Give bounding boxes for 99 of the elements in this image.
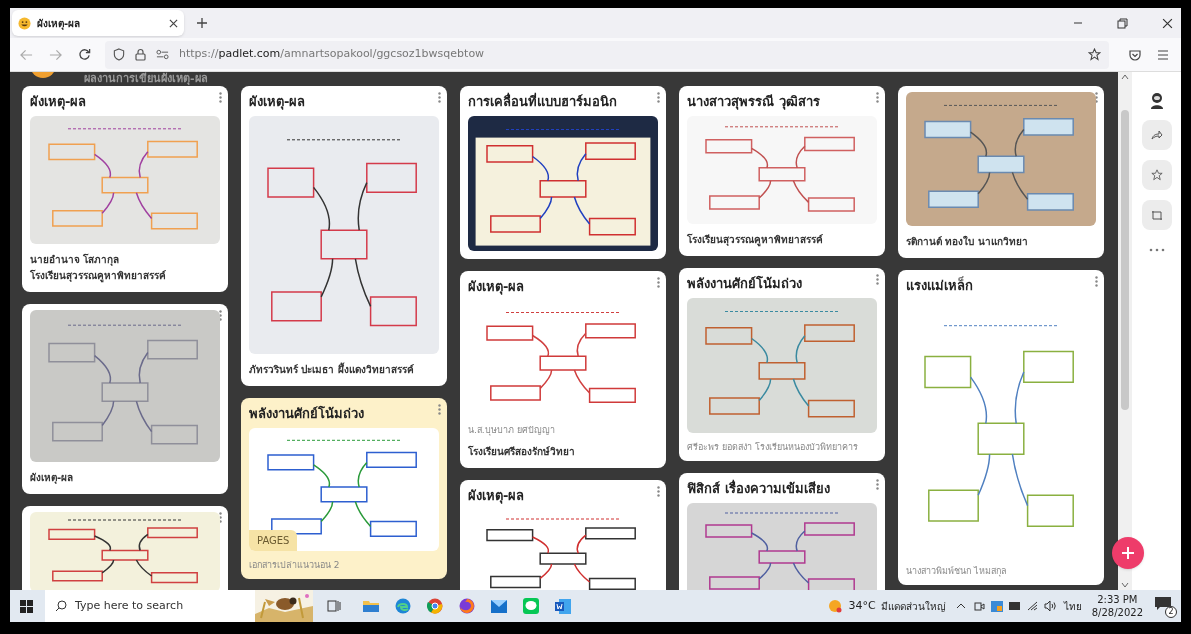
- search-placeholder: Type here to search: [75, 597, 184, 614]
- wifi-icon[interactable]: [1026, 601, 1038, 611]
- frame-icon: [1150, 209, 1163, 221]
- post-title: การเคลื่อนที่แบบฮาร์มอนิก: [468, 92, 618, 111]
- chevron-up-icon[interactable]: [955, 603, 966, 609]
- plus-icon: [1121, 546, 1135, 560]
- restore-icon[interactable]: [1117, 17, 1128, 29]
- post-card[interactable]: ผังเหตุ-ผล ภัทรวรินทร์ ปะเมธา ผึ้งแดงวิทยาสรรค์: [241, 86, 447, 386]
- close-icon[interactable]: [1162, 17, 1173, 29]
- browser-icon[interactable]: [427, 598, 443, 614]
- task-view-icon[interactable]: [327, 600, 341, 612]
- post-caption: โรงเรียนสุวรรณคูหาพิทยาสรรค์: [687, 233, 824, 248]
- star-icon: [1150, 169, 1163, 181]
- post-title: ผังเหตุ-ผล: [30, 93, 88, 112]
- reload-icon[interactable]: [78, 48, 91, 61]
- meet-icon[interactable]: [973, 600, 985, 612]
- post-card[interactable]: ผังเหตุ-ผล: [460, 480, 666, 590]
- post-title: ผังเหตุ-ผล: [468, 278, 526, 297]
- mail-icon[interactable]: [491, 599, 507, 613]
- language-indicator[interactable]: ไทย: [1063, 598, 1082, 614]
- post-caption: นายอำนาจ โสภากุล โรงเรียนสุวรรณคูหาพิทยาสรรค์: [30, 253, 167, 284]
- pages-badge: PAGES: [249, 530, 298, 551]
- post-title: พลังงานศักย์โน้มถ่วง: [249, 405, 365, 423]
- app-tray-icon[interactable]: [990, 600, 1003, 612]
- post-caption: รติกานต์ ทองใบ นาแกวิทยา: [906, 234, 1029, 249]
- more-icon[interactable]: [657, 277, 660, 288]
- pocket-icon[interactable]: [1129, 48, 1141, 61]
- more-icon[interactable]: [657, 92, 660, 103]
- windows-icon[interactable]: [20, 599, 33, 613]
- new-tab-icon[interactable]: [196, 17, 208, 29]
- browser-icon[interactable]: [395, 598, 411, 614]
- post-note: ศรีอะพร ยอดสง่า โรงเรียนหนองบัวพิทยาคาร: [687, 441, 859, 453]
- post-card[interactable]: พลังงานศักย์โน้มถ่วง ศรีอะพร ยอดสง่า โรงเรียนหนองบัวพิทยาคาร: [679, 268, 885, 461]
- more-icon[interactable]: [876, 274, 879, 285]
- post-card[interactable]: ฟิสิกส์ เรื่องความเข้มเสียง: [679, 473, 885, 590]
- browser-tab[interactable]: ผังเหตุ-ผล: [12, 10, 184, 36]
- scroll-down-icon[interactable]: [1121, 582, 1129, 588]
- post-note: นางสาวพิมพ์ชนก ไหมสกุล: [906, 565, 1008, 577]
- more-icon[interactable]: [1148, 248, 1165, 252]
- forward-icon[interactable]: [49, 48, 62, 61]
- more-icon[interactable]: [1095, 276, 1098, 287]
- back-icon[interactable]: [20, 48, 33, 61]
- post-card[interactable]: ผังเหตุ-ผล นายอำนาจ โสภากุล โรงเรียนสุวรรณคูหาพิทยาสรรค์: [22, 86, 228, 292]
- post-title: ผังเหตุ-ผล: [249, 93, 307, 112]
- more-icon[interactable]: [876, 479, 879, 490]
- share-button[interactable]: [1141, 120, 1172, 150]
- more-icon[interactable]: [438, 404, 441, 415]
- post-card[interactable]: การเคลื่อนที่แบบฮาร์มอนิก: [460, 86, 666, 259]
- post-caption: ภัทรวรินทร์ ปะเมธา ผึ้งแดงวิทยาสรรค์: [249, 362, 415, 377]
- post-title: ฟิสิกส์ เรื่องความเข้มเสียง: [687, 479, 831, 498]
- temperature-text[interactable]: 34°C: [848, 597, 876, 615]
- tab-title: ผังเหตุ-ผล: [37, 16, 82, 31]
- post-title: ผังเหตุ-ผล: [468, 487, 526, 506]
- document-icon[interactable]: [555, 598, 571, 614]
- post-caption: โรงเรียนศรีสองรักษ์วิทยา: [468, 445, 576, 459]
- menu-icon[interactable]: [1157, 49, 1169, 60]
- chat-icon[interactable]: [523, 598, 539, 614]
- post-title: พลังงานศักย์โน้มถ่วง: [687, 275, 803, 293]
- post-note: เอกสารเปล่าแนวนอน 2: [249, 559, 341, 571]
- volume-icon[interactable]: [1043, 601, 1056, 611]
- permissions-icon[interactable]: [156, 49, 169, 60]
- post-caption: ผังเหตุ-ผล: [30, 471, 75, 486]
- notification-count: 2: [1165, 606, 1177, 618]
- star-icon[interactable]: [1088, 48, 1101, 61]
- scrollbar-thumb[interactable]: [1121, 110, 1129, 410]
- shield-icon[interactable]: [113, 48, 125, 61]
- smiley-icon: [18, 16, 31, 30]
- notification-icon: [1155, 597, 1171, 611]
- more-icon[interactable]: [219, 92, 222, 103]
- post-card[interactable]: รติกานต์ ทองใบ นาแกวิทยา: [898, 86, 1104, 258]
- search-field[interactable]: Type here to search: [45, 590, 255, 622]
- post-card[interactable]: นางสาวสุพรรณี วุฒิสาร โรงเรียนสุวรรณคูหาพิทยาสรรค์: [679, 86, 885, 256]
- post-card[interactable]: พลังงานศักย์โน้มถ่วง PAGES เอกสารเปล่าแนวนอน 2: [241, 398, 447, 579]
- scroll-up-icon[interactable]: [1121, 74, 1129, 80]
- more-icon[interactable]: [438, 92, 441, 103]
- lock-icon[interactable]: [135, 48, 146, 61]
- close-icon[interactable]: [169, 18, 178, 28]
- browser-icon[interactable]: [459, 598, 475, 614]
- post-title: แรงแม่เหล็ก: [906, 276, 974, 295]
- folder-icon[interactable]: [363, 599, 379, 613]
- more-icon[interactable]: [657, 486, 660, 497]
- post-card[interactable]: แรงแม่เหล็ก นางสาวพิมพ์ชนก ไหมสกุล: [898, 270, 1104, 585]
- battery-icon[interactable]: [1008, 602, 1021, 610]
- board-subtitle: ผลงานการเขียนผังเหตุ-ผล: [84, 72, 208, 86]
- frame-button[interactable]: [1141, 200, 1172, 230]
- add-post-button[interactable]: [1112, 537, 1144, 569]
- post-note: น.ส.บุษบาภ ยศปัญญา: [468, 424, 556, 436]
- search-icon: [55, 600, 67, 612]
- more-icon[interactable]: [876, 92, 879, 103]
- post-card[interactable]: ผังเหตุ-ผล น.ส.บุษบาภ ยศปัญญา โรงเรียนศรีสองรักษ์วิทยา: [460, 271, 666, 468]
- weather-condition[interactable]: มีแดดส่วนใหญ่: [880, 598, 946, 614]
- weather-icon[interactable]: [826, 599, 843, 613]
- favorite-button[interactable]: [1141, 160, 1172, 190]
- share-icon: [1150, 130, 1163, 140]
- post-card[interactable]: ผังเหตุ-ผล: [22, 304, 228, 494]
- clock-date[interactable]: 8/28/2022: [1091, 606, 1143, 619]
- clock-time[interactable]: 2:33 PM: [1097, 593, 1138, 606]
- avatar-icon[interactable]: [1148, 92, 1165, 110]
- post-title: นางสาวสุพรรณี วุฒิสาร: [687, 93, 821, 112]
